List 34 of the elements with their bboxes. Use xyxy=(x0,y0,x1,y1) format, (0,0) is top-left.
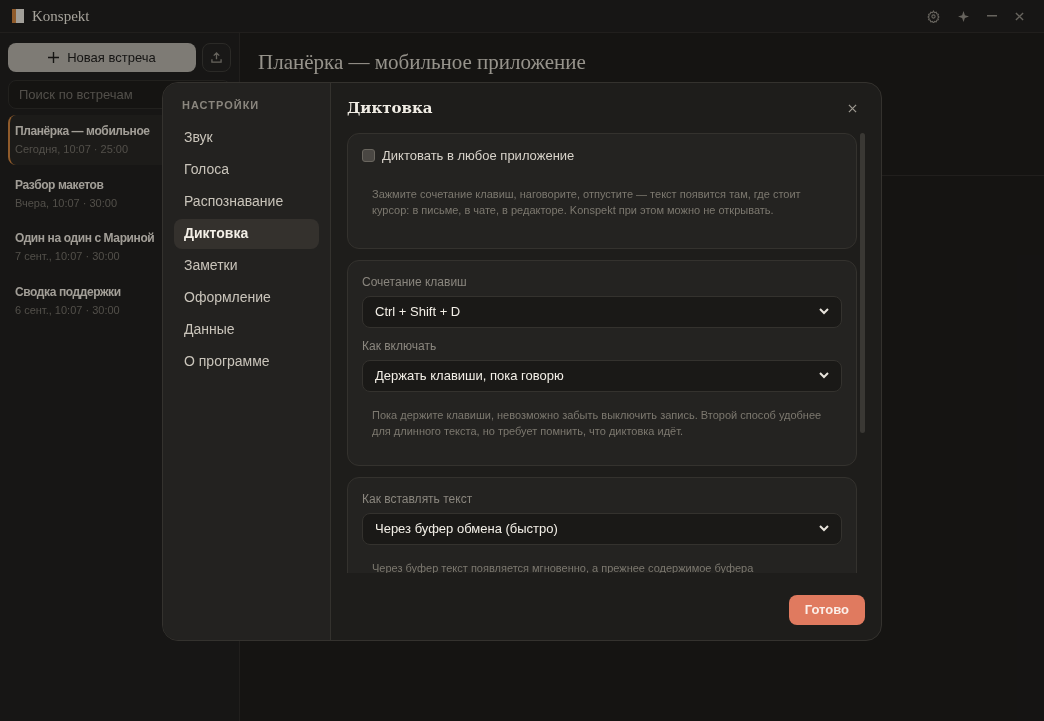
new-meeting-button[interactable]: Новая встреча xyxy=(8,43,196,72)
book-icon xyxy=(12,9,24,23)
upload-icon xyxy=(211,52,222,63)
settings-nav-item[interactable]: О программе xyxy=(174,346,319,377)
chevron-down-icon xyxy=(819,525,829,532)
sparkle-icon[interactable] xyxy=(958,10,969,22)
scrollbar[interactable] xyxy=(860,133,865,433)
section-title: Диктовка xyxy=(347,97,433,119)
app-title: Konspekt xyxy=(32,6,90,26)
export-button[interactable] xyxy=(202,43,231,72)
checkbox-label: Диктовать в любое приложение xyxy=(382,147,575,165)
hint-text: Через буфер текст появляется мгновенно, а прежнее содержимое буфера xyxy=(371,560,755,573)
hint-text: Зажмите сочетание клавиш, наговорите, отпустите — текст появится там, где стоит курсор: в письме, в чате, в редакторе. Konspekt при этом можно не открывать. xyxy=(371,186,802,218)
dropdown[interactable]: Держать клавиши, пока говорю xyxy=(362,359,842,392)
settings-nav-item[interactable]: Диктовка xyxy=(174,218,319,249)
settings-nav-item[interactable]: Заметки xyxy=(174,250,319,281)
dropdown[interactable]: Ctrl + Shift + D xyxy=(362,295,842,328)
close-icon[interactable] xyxy=(1015,11,1024,21)
minimize-icon[interactable] xyxy=(987,15,997,17)
settings-nav-item[interactable]: Распознавание xyxy=(174,186,319,217)
settings-nav-item[interactable]: Данные xyxy=(174,314,319,345)
chevron-down-icon xyxy=(819,372,829,379)
close-icon[interactable] xyxy=(848,103,857,113)
chevron-down-icon xyxy=(819,308,829,315)
settings-icon[interactable] xyxy=(927,9,940,23)
field-label: Как включать xyxy=(362,337,438,355)
field-label: Как вставлять текст xyxy=(362,490,474,508)
field-label: Сочетание клавиш xyxy=(362,273,468,291)
settings-nav-item[interactable]: Оформление xyxy=(174,282,319,313)
dropdown[interactable]: Через буфер обмена (быстро) xyxy=(362,512,842,545)
meeting-title: Планёрка — мобильное приложение xyxy=(258,49,587,76)
hint-text: Пока держите клавиши, невозможно забыть выключить запись. Второй способ удобнее для длинного текста, но требует помнить, что диктовка идёт. xyxy=(371,407,823,439)
checkbox[interactable] xyxy=(362,149,375,163)
plus-icon xyxy=(48,52,60,63)
